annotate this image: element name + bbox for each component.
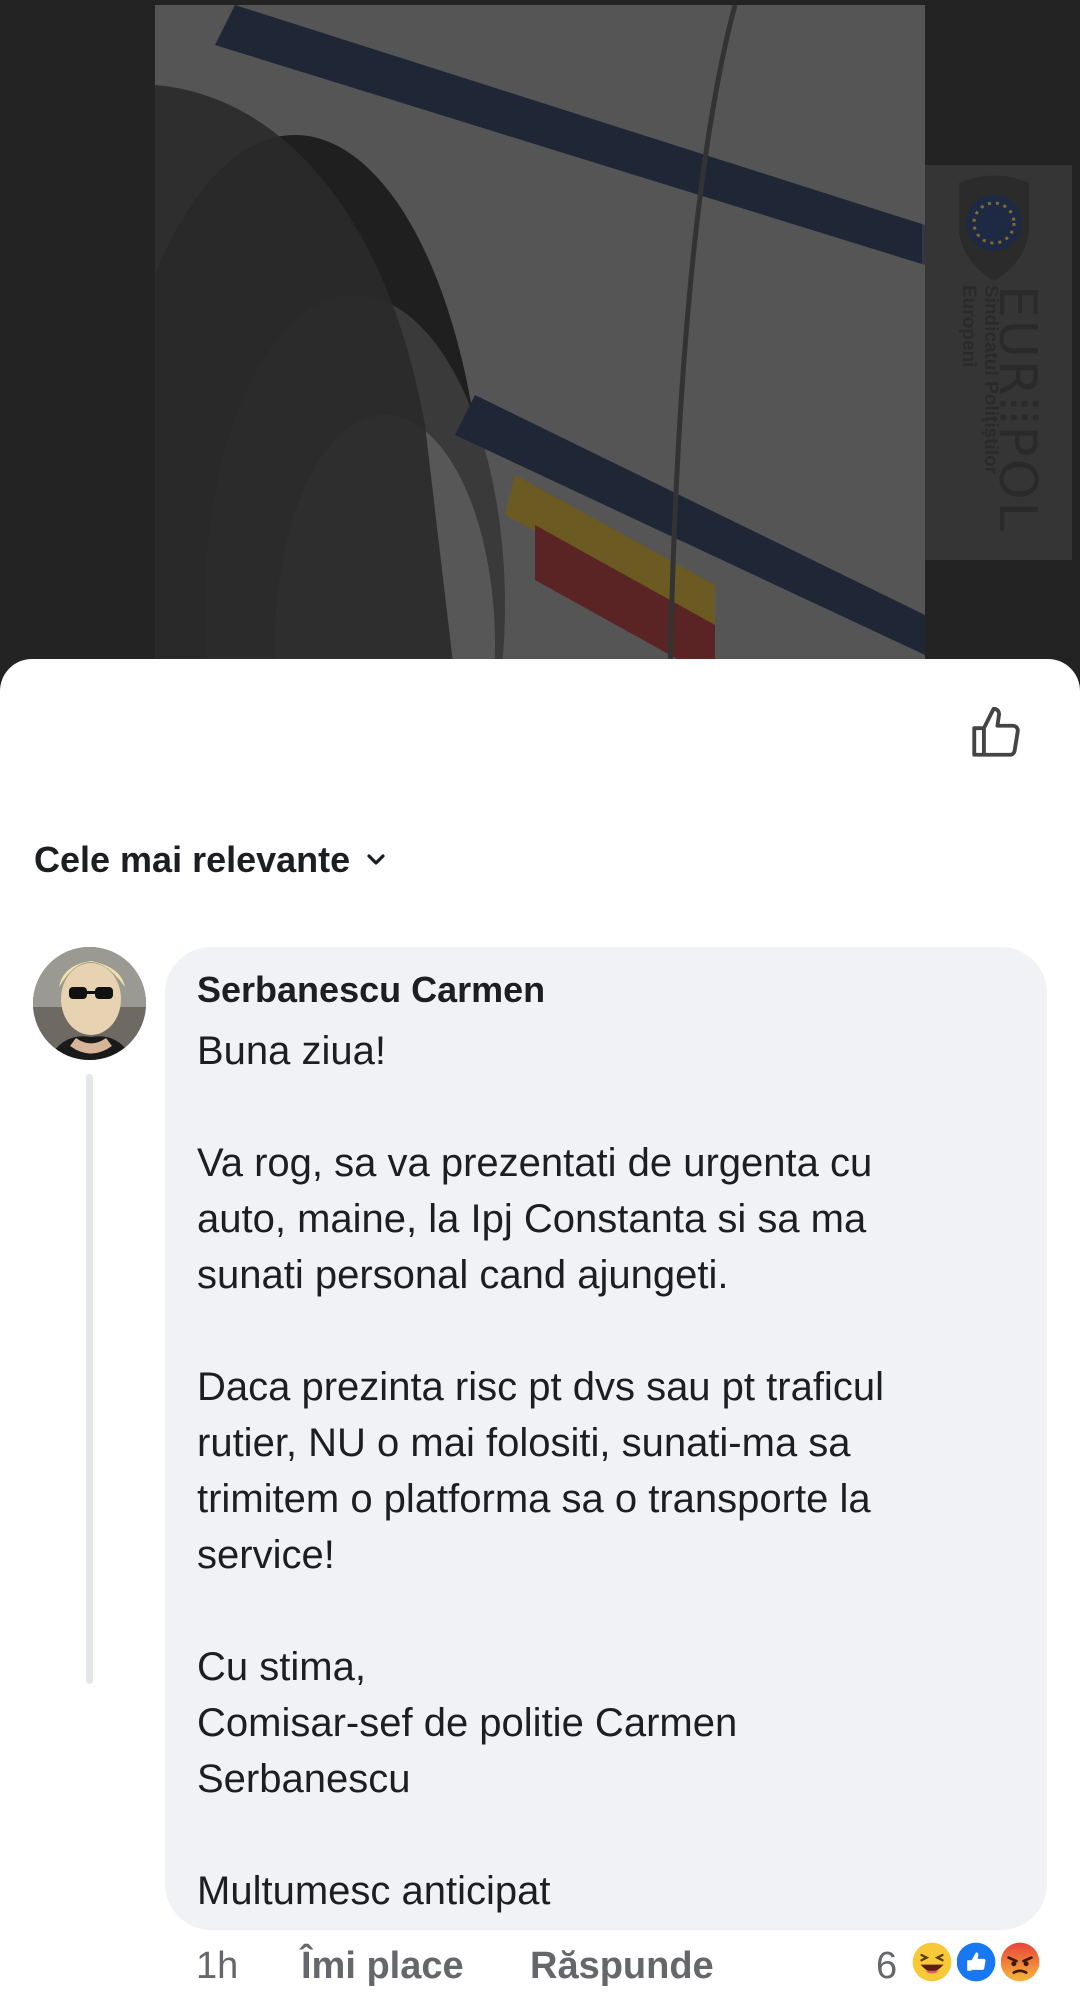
comment-timestamp: 1h	[196, 1945, 239, 1987]
comment-author[interactable]: Serbanescu Carmen	[197, 969, 545, 1011]
shield-icon	[959, 175, 1029, 281]
watermark-brand: EUR⦙⦙POL	[987, 285, 1047, 533]
like-reaction-icon	[951, 1937, 1001, 1987]
haha-icon	[907, 1937, 957, 1987]
reply-button[interactable]: Răspunde	[530, 1945, 714, 1988]
comment-line: Cu stima,	[197, 1645, 366, 1689]
comment-line: trimitem o platforma sa o transporte la	[197, 1477, 871, 1521]
europol-watermark: Sindicatul Poliţiştilor Europeni EUR⦙⦙PO…	[922, 165, 1072, 560]
comment-text: Buna ziua! Va rog, sa va prezentati de u…	[197, 1023, 1017, 1919]
police-car-photo	[155, 5, 925, 680]
angry-icon	[995, 1937, 1045, 1987]
comment-bubble[interactable]: Serbanescu Carmen Buna ziua! Va rog, sa …	[165, 947, 1047, 1930]
comment-line: Serbanescu	[197, 1757, 411, 1801]
comment-line: service!	[197, 1533, 335, 1577]
thumbs-up-icon	[972, 706, 1020, 757]
comment-line: Multumesc anticipat	[197, 1869, 551, 1913]
comment-line: sunati personal cand ajungeti.	[197, 1253, 729, 1297]
comments-sheet: Cele mai relevante Serbanescu Carmen Bun…	[0, 659, 1080, 2014]
like-post-button[interactable]	[962, 699, 1030, 767]
comment-sort-dropdown[interactable]: Cele mai relevante	[34, 839, 388, 881]
avatar-image	[33, 947, 146, 1060]
like-comment-button[interactable]: Îmi place	[301, 1945, 464, 1988]
reaction-icons[interactable]	[907, 1937, 1051, 1989]
thread-line	[86, 1074, 93, 1684]
reaction-count[interactable]: 6	[876, 1945, 897, 1988]
sort-label: Cele mai relevante	[34, 839, 351, 880]
comment-line: Buna ziua!	[197, 1029, 387, 1073]
comment-line: rutier, NU o mai folositi, sunati-ma sa	[197, 1421, 851, 1465]
comment-line: auto, maine, la Ipj Constanta si sa ma	[197, 1197, 867, 1241]
post-media[interactable]: Sindicatul Poliţiştilor Europeni EUR⦙⦙PO…	[0, 0, 1080, 680]
avatar[interactable]	[33, 947, 146, 1060]
comment-line: Comisar-sef de politie Carmen	[197, 1701, 738, 1745]
chevron-down-icon	[367, 854, 385, 865]
comment-line: Daca prezinta risc pt dvs sau pt traficu…	[197, 1365, 884, 1409]
comment-line: Va rog, sa va prezentati de urgenta cu	[197, 1141, 873, 1185]
comment-actions: 1h Îmi place Răspunde 6	[0, 1937, 1080, 2005]
